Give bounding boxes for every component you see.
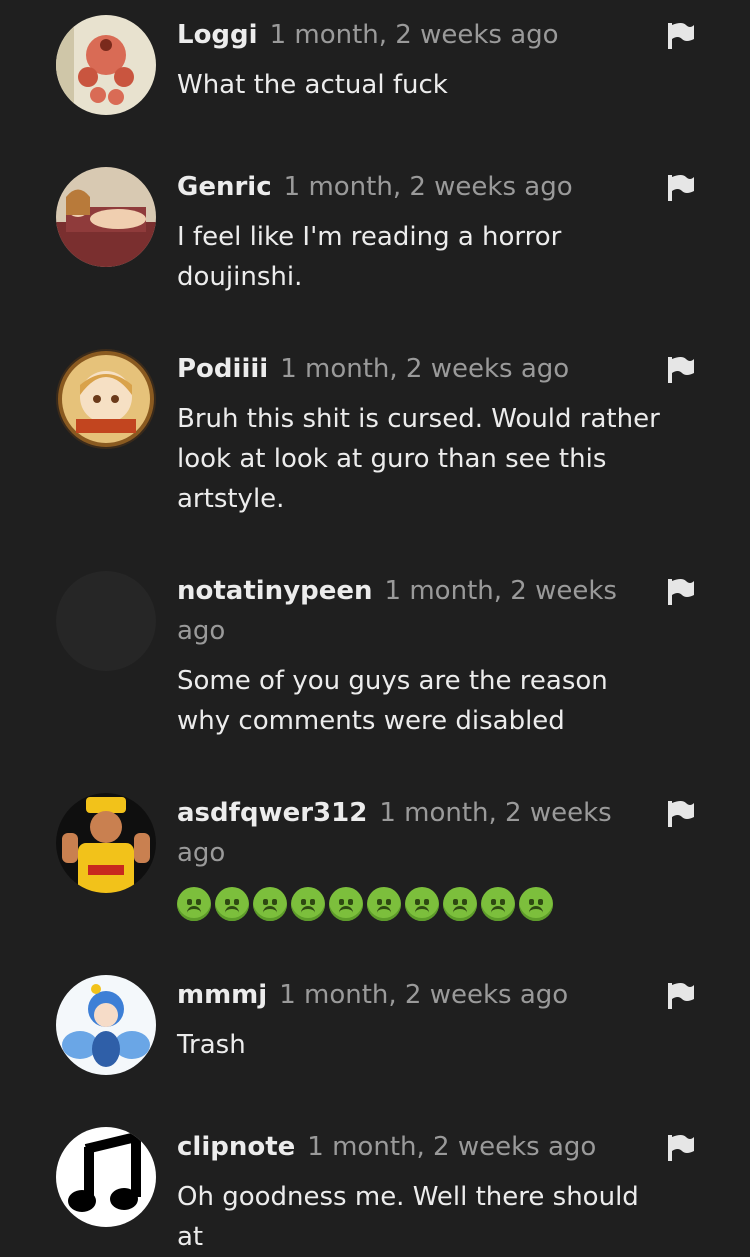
username[interactable]: Podiiii (177, 354, 268, 384)
nauseated-face-emoji (519, 887, 553, 921)
timestamp: 1 month, 2 weeks ago (269, 20, 559, 50)
username[interactable]: asdfqwer312 (177, 798, 367, 828)
timestamp: 1 month, 2 weeks ago (279, 980, 569, 1010)
nauseated-face-emoji (177, 887, 211, 921)
timestamp: 1 month, 2 weeks ago (307, 1132, 597, 1162)
timestamp: 1 month, 2 weeks ago (283, 172, 573, 202)
avatar[interactable] (56, 167, 156, 267)
nauseated-face-emoji (329, 887, 363, 921)
flag-icon[interactable] (666, 355, 696, 385)
nauseated-face-emoji (253, 887, 287, 921)
comment-text: I feel like I'm reading a horror doujins… (177, 222, 562, 292)
avatar[interactable] (56, 793, 156, 893)
username[interactable]: notatinypeen (177, 576, 373, 606)
avatar[interactable] (56, 1127, 156, 1227)
username[interactable]: clipnote (177, 1132, 295, 1162)
comment-text: What the actual fuck (177, 70, 448, 100)
comment-text: Trash (177, 1030, 246, 1060)
username[interactable]: Genric (177, 172, 272, 202)
flag-icon[interactable] (666, 577, 696, 607)
nauseated-face-emoji (291, 887, 325, 921)
nauseated-face-emoji (215, 887, 249, 921)
comment-text: Some of you guys are the reason why comm… (177, 666, 608, 736)
flag-icon[interactable] (666, 173, 696, 203)
comment-text: Bruh this shit is cursed. Would rather l… (177, 404, 660, 514)
flag-icon[interactable] (666, 799, 696, 829)
avatar[interactable] (56, 349, 156, 449)
avatar[interactable] (56, 975, 156, 1075)
username[interactable]: Loggi (177, 20, 258, 50)
flag-icon[interactable] (666, 981, 696, 1011)
flag-icon[interactable] (666, 1133, 696, 1163)
nauseated-face-emoji (405, 887, 439, 921)
avatar[interactable] (56, 571, 156, 671)
emoji-row (177, 887, 667, 921)
username[interactable]: mmmj (177, 980, 267, 1010)
nauseated-face-emoji (481, 887, 515, 921)
timestamp: 1 month, 2 weeks ago (280, 354, 570, 384)
comment-text: Oh goodness me. Well there should at (177, 1182, 639, 1252)
flag-icon[interactable] (666, 21, 696, 51)
nauseated-face-emoji (367, 887, 401, 921)
avatar[interactable] (56, 15, 156, 115)
nauseated-face-emoji (443, 887, 477, 921)
